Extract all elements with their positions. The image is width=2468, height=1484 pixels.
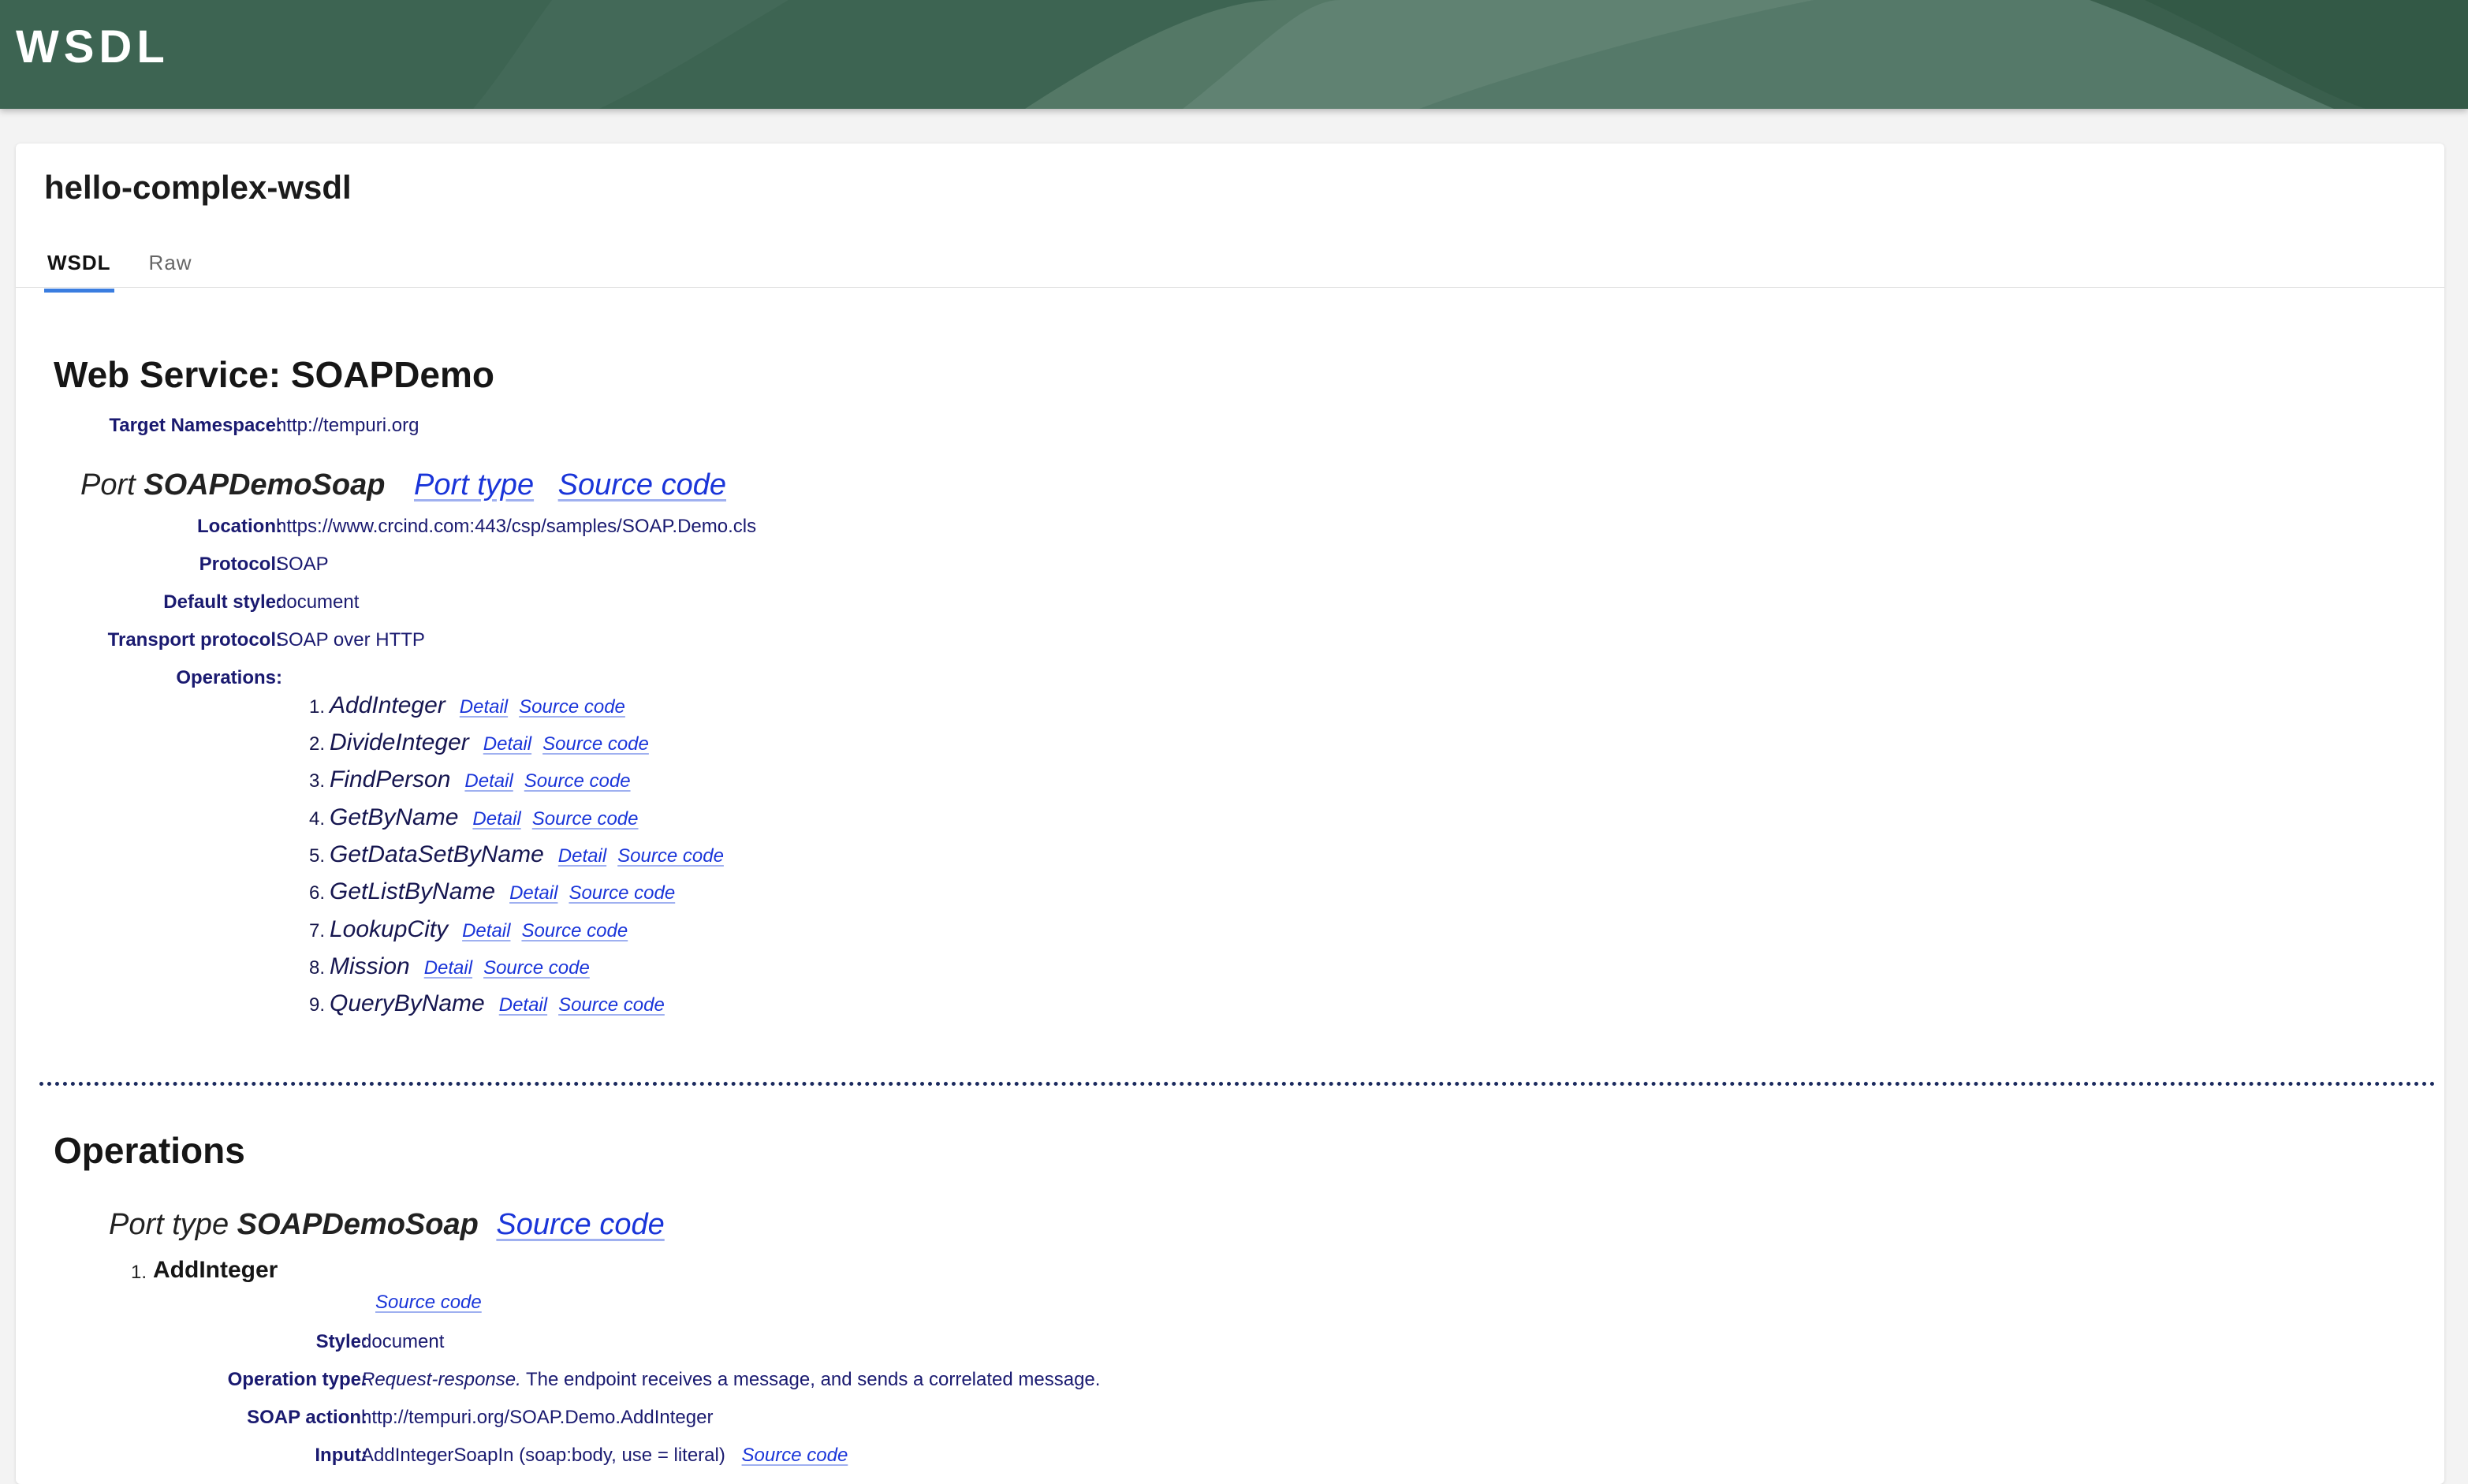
list-item: 1. AddInteger Detail Source code <box>301 692 636 719</box>
operation-type-text: The endpoint receives a message, and sen… <box>520 1369 1101 1390</box>
op-detail-link[interactable]: Detail <box>464 770 513 792</box>
op-detail-link[interactable]: Detail <box>499 994 547 1016</box>
protocol-value: SOAP <box>276 554 329 575</box>
op-number: 9. <box>308 994 325 1016</box>
list-item: 7. LookupCity Detail Source code <box>301 916 639 943</box>
op-number: 7. <box>308 920 325 941</box>
tab-raw[interactable]: Raw <box>146 251 196 289</box>
location-label: Location: <box>197 516 282 537</box>
section-divider <box>39 1082 2436 1086</box>
op-detail-name: AddInteger <box>153 1257 278 1283</box>
list-item: 6. GetListByName Detail Source code <box>301 878 686 905</box>
default-style-value: document <box>276 591 360 613</box>
protocol-label: Protocol: <box>199 554 282 575</box>
app-title: WSDL <box>16 21 170 73</box>
port-prefix: Port <box>80 468 136 502</box>
op-detail-number: 1. <box>131 1262 147 1283</box>
tab-divider <box>16 287 2444 288</box>
style-label: Style: <box>315 1331 367 1352</box>
port-type-prefix: Port type <box>109 1208 229 1241</box>
op-name: FindPerson <box>330 766 451 792</box>
op-source-link[interactable]: Source code <box>617 845 724 867</box>
op-source-link[interactable]: Source code <box>521 920 628 941</box>
tab-bar: WSDL Raw <box>44 251 196 293</box>
namespace-label: Target Namespace: <box>109 415 282 436</box>
op-source-link[interactable]: Source code <box>519 696 625 718</box>
namespace-value: http://tempuri.org <box>276 415 419 436</box>
op-number: 3. <box>308 770 325 792</box>
port-heading: Port SOAPDemoSoap Port type Source code <box>80 468 726 502</box>
op-detail-link[interactable]: Detail <box>462 920 510 941</box>
op-number: 5. <box>308 845 325 867</box>
op-name: Mission <box>330 953 410 979</box>
port-name: SOAPDemoSoap <box>144 468 386 502</box>
op-detail-source-link-wrap: Source code <box>375 1292 493 1314</box>
op-detail-link[interactable]: Detail <box>460 696 508 718</box>
op-source-link[interactable]: Source code <box>569 882 675 904</box>
op-name: AddInteger <box>330 692 446 718</box>
list-item: 4. GetByName Detail Source code <box>301 804 650 831</box>
style-value: document <box>361 1331 445 1352</box>
port-type-link[interactable]: Port type <box>414 468 534 502</box>
port-source-link[interactable]: Source code <box>558 468 726 502</box>
op-source-link[interactable]: Source code <box>524 770 631 792</box>
op-number: 2. <box>308 733 325 755</box>
port-type-name: SOAPDemoSoap <box>237 1208 479 1241</box>
list-item: 3. FindPerson Detail Source code <box>301 766 642 793</box>
soap-action-label: SOAP action: <box>247 1407 367 1428</box>
op-source-link[interactable]: Source code <box>542 733 649 755</box>
input-value: AddIntegerSoapIn (soap:body, use = liter… <box>361 1445 725 1466</box>
location-value: https://www.crcind.com:443/csp/samples/S… <box>276 516 757 537</box>
op-name: DivideInteger <box>330 729 469 755</box>
op-number: 1. <box>308 696 325 718</box>
op-name: LookupCity <box>330 916 449 942</box>
op-name: GetByName <box>330 804 459 830</box>
input-value-row: AddIntegerSoapIn (soap:body, use = liter… <box>361 1445 859 1467</box>
operations-label: Operations: <box>176 667 282 688</box>
document-title: hello-complex-wsdl <box>44 169 352 206</box>
header-banner: WSDL <box>0 0 2468 109</box>
op-number: 6. <box>308 882 325 904</box>
service-heading: Web Service: SOAPDemo <box>54 354 495 395</box>
list-item: 9. QueryByName Detail Source code <box>301 990 676 1017</box>
input-label: Input: <box>315 1445 367 1466</box>
op-source-link[interactable]: Source code <box>558 994 665 1016</box>
list-item: 2. DivideInteger Detail Source code <box>301 729 660 756</box>
op-detail-link[interactable]: Detail <box>483 733 531 755</box>
op-number: 8. <box>308 957 325 979</box>
operation-type-value: Request-response. The endpoint receives … <box>361 1369 1100 1391</box>
port-type-heading: Port type SOAPDemoSoap Source code <box>109 1208 665 1242</box>
list-item: 8. Mission Detail Source code <box>301 953 601 980</box>
operation-type-label: Operation type: <box>227 1369 367 1390</box>
banner-background <box>0 0 2468 109</box>
transport-label: Transport protocol: <box>107 629 282 651</box>
main-card: hello-complex-wsdl WSDL Raw Web Service:… <box>16 144 2444 1484</box>
default-style-label: Default style: <box>163 591 282 613</box>
list-item: 5. GetDataSetByName Detail Source code <box>301 841 735 868</box>
op-detail-link[interactable]: Detail <box>558 845 606 867</box>
op-detail-source-link[interactable]: Source code <box>375 1292 482 1313</box>
op-source-link[interactable]: Source code <box>532 808 639 830</box>
op-source-link[interactable]: Source code <box>483 957 590 979</box>
op-detail-link[interactable]: Detail <box>509 882 557 904</box>
transport-value: SOAP over HTTP <box>276 629 425 651</box>
operations-heading: Operations <box>54 1130 245 1171</box>
op-number: 4. <box>308 808 325 830</box>
op-detail-link[interactable]: Detail <box>472 808 520 830</box>
op-name: QueryByName <box>330 990 485 1016</box>
op-detail-link[interactable]: Detail <box>424 957 472 979</box>
op-name: GetListByName <box>330 878 496 904</box>
op-name: GetDataSetByName <box>330 841 544 867</box>
input-source-link[interactable]: Source code <box>742 1445 848 1466</box>
soap-action-value: http://tempuri.org/SOAP.Demo.AddInteger <box>361 1407 714 1428</box>
port-type-source-link[interactable]: Source code <box>496 1208 664 1241</box>
operation-type-emphasis: Request-response. <box>361 1369 521 1390</box>
